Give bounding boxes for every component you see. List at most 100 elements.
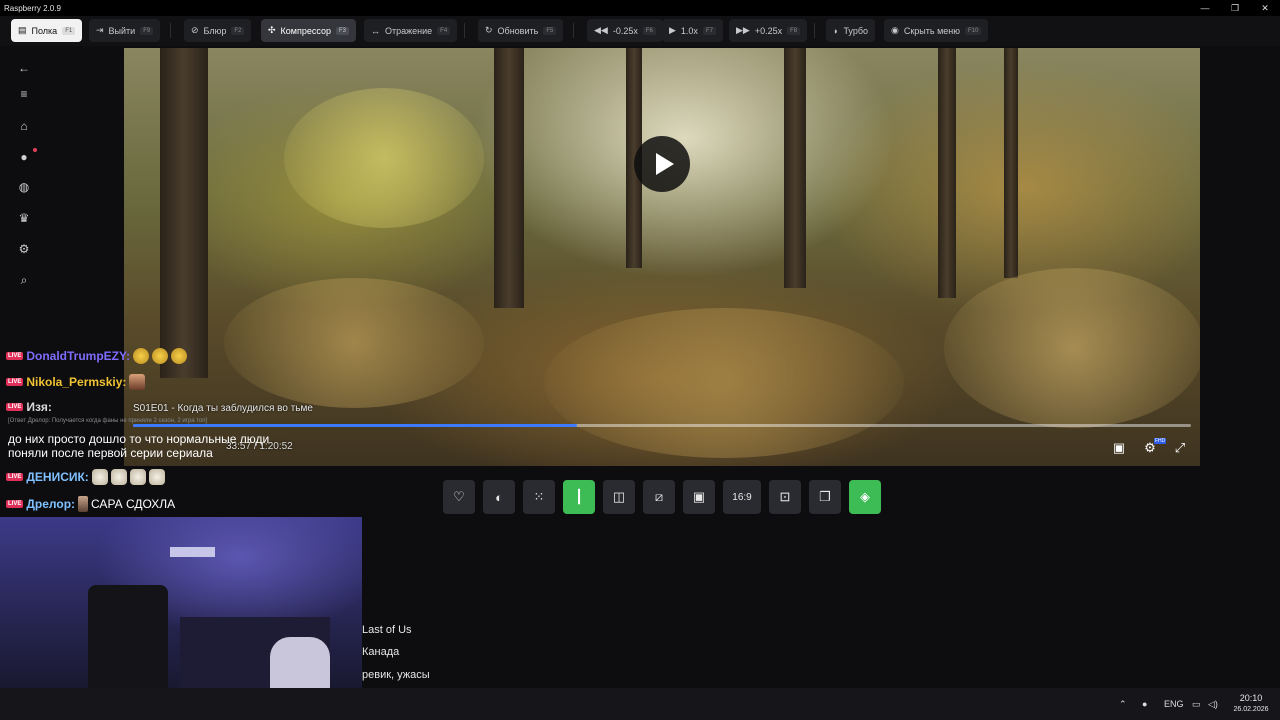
live-badge: LIVE [6, 352, 24, 360]
emote-icon [152, 348, 169, 364]
speed-down-button[interactable]: ◀◀ -0.25x F6 [587, 19, 663, 42]
fullscreen-icon[interactable]: ⤢ [1171, 439, 1189, 457]
compressor-label: Компрессор [280, 25, 331, 36]
compressor-button[interactable]: ✣ Компрессор F3 [261, 19, 356, 42]
foliage [284, 88, 484, 228]
favorite-button[interactable]: ♡ [443, 480, 475, 514]
play-button[interactable] [634, 136, 690, 192]
toolbar-divider [814, 23, 815, 38]
close-button[interactable]: ✕ [1250, 0, 1280, 16]
layers-icon: ◈ [860, 489, 870, 504]
network-icon[interactable]: ▭ [1192, 688, 1201, 720]
shortcut-key: F2 [231, 26, 245, 35]
chat-message-text: САРА СДОХЛА [91, 497, 176, 511]
grain-button[interactable]: ⁙ [523, 480, 555, 514]
shortcut-key: F3 [335, 26, 349, 35]
toolbar-divider [573, 23, 574, 38]
refresh-button[interactable]: ↻ Обновить F5 [478, 19, 564, 42]
system-clock[interactable]: 20:10 26.02.2026 [1229, 693, 1273, 715]
search-icon[interactable]: ⌕ [14, 270, 34, 290]
picture-button[interactable]: ⧄ [643, 480, 675, 514]
split-icon: ◫ [612, 489, 626, 504]
play-icon [655, 153, 674, 175]
exit-button[interactable]: ⇥ Выйти F9 [89, 19, 161, 42]
exit-label: Выйти [108, 25, 136, 36]
toolbar: ▤ Полка F1 ⇥ Выйти F9 ⊘ Блюр F2 ✣ Компре… [0, 16, 1280, 46]
shortcut-key: F5 [543, 26, 557, 35]
layers-button[interactable]: ◈ [849, 480, 881, 514]
app-title: Raspberry 2.0.9 [4, 3, 61, 13]
chat-message: LIVE Дрелор: САРА СДОХЛА [6, 496, 175, 512]
blur-label: Блюр [203, 25, 227, 36]
microphone-icon[interactable]: ● [1142, 688, 1147, 720]
foliage [944, 268, 1200, 428]
copy-icon: ❐ [819, 489, 831, 504]
minimize-button[interactable]: — [1190, 0, 1220, 16]
fire-icon[interactable]: ● [14, 147, 34, 167]
shortcut-key: F7 [702, 26, 716, 35]
chat-username: Изя: [26, 400, 52, 414]
turbo-button[interactable]: ◗ Турбо [826, 19, 875, 42]
notification-dot [33, 148, 37, 152]
back-arrow-icon[interactable]: ← [14, 58, 34, 78]
mirror-button[interactable]: ↔ Отражение F4 [364, 19, 458, 42]
split-button[interactable]: ◫ [603, 480, 635, 514]
volume-icon[interactable]: ◁) [1208, 688, 1218, 720]
trophy-icon[interactable]: ♛ [14, 208, 34, 228]
foliage [224, 278, 484, 408]
gear-icon[interactable]: ⚙ [14, 239, 34, 259]
foliage [544, 308, 904, 458]
description-line: ревик, ужасы [362, 669, 430, 681]
toolbar-divider [464, 23, 465, 38]
title-bar: Raspberry 2.0.9 — ❐ ✕ [0, 0, 1280, 16]
night-mode-button[interactable]: ◐ [483, 480, 515, 514]
pip-button[interactable]: ▣ [683, 480, 715, 514]
chat-message: LIVE ДЕНИСИК: [6, 469, 165, 485]
emote-icon [171, 348, 188, 364]
turbo-label: Турбо [843, 25, 868, 36]
shelf-label: Полка [31, 25, 58, 36]
app-window: Raspberry 2.0.9 — ❐ ✕ ▤ Полка F1 ⇥ Выйти… [0, 0, 1280, 720]
play-speed-icon: ▶ [669, 25, 676, 35]
menu-icon[interactable]: ≡ [14, 84, 34, 104]
screenshot-button[interactable]: ⊡ [769, 480, 801, 514]
video-player[interactable]: S01E01 - Когда ты заблудился во тьме 33:… [124, 48, 1200, 466]
pip-icon[interactable]: ▣ [1110, 439, 1128, 457]
description-line: Канада [362, 646, 400, 658]
progress-fill [133, 424, 578, 427]
reply-context: [Ответ Дрелор: Получается когда фаны не … [8, 418, 208, 424]
copy-button[interactable]: ❐ [809, 480, 841, 514]
speed-label: 1.0x [680, 25, 698, 36]
compass-icon[interactable]: ◍ [14, 177, 34, 197]
chat-message-text: до них просто дошло то что нормальные лю… [8, 432, 270, 460]
fast-forward-icon: ▶▶ [736, 25, 750, 35]
shortcut-key: F4 [437, 26, 451, 35]
live-badge: LIVE [6, 378, 24, 386]
live-badge: LIVE [6, 403, 24, 411]
audio-button[interactable]: ┃ [563, 480, 595, 514]
blur-button[interactable]: ⊘ Блюр F2 [184, 19, 252, 42]
speed-up-button[interactable]: ▶▶ +0.25x F8 [729, 19, 808, 42]
screenshot-icon: ⊡ [779, 489, 791, 504]
shortcut-key: F6 [642, 26, 656, 35]
toolbar-divider [170, 23, 171, 38]
tree-trunk [160, 48, 208, 378]
shelf-button[interactable]: ▤ Полка F1 [11, 19, 83, 42]
chat-message: LIVE Nikola_Permskiy: [6, 374, 146, 390]
home-icon[interactable]: ⌂ [14, 116, 34, 136]
maximize-button[interactable]: ❐ [1220, 0, 1250, 16]
shortcut-key: F1 [62, 26, 76, 35]
aspect-ratio-button[interactable]: 16:9 [723, 480, 761, 514]
speed-reset-button[interactable]: ▶ 1.0x F7 [662, 19, 723, 42]
sidebar: ← ≡ ⌂ ● ◍ ♛ ⚙ ⌕ [0, 46, 48, 346]
hide-menu-button[interactable]: ◉ Скрыть меню F10 [884, 19, 989, 42]
moon-icon: ◐ [495, 489, 503, 505]
progress-bar[interactable] [133, 424, 1191, 427]
aspect-ratio-label: 16:9 [732, 491, 752, 503]
language-indicator[interactable]: ENG [1164, 688, 1184, 720]
shortcut-key: F8 [787, 26, 801, 35]
chevron-up-icon[interactable]: ⌃ [1119, 688, 1127, 720]
emote-icon [133, 348, 150, 364]
live-badge: LIVE [6, 500, 24, 508]
chat-message: LIVE DonaldTrumpEZY: [6, 348, 188, 364]
